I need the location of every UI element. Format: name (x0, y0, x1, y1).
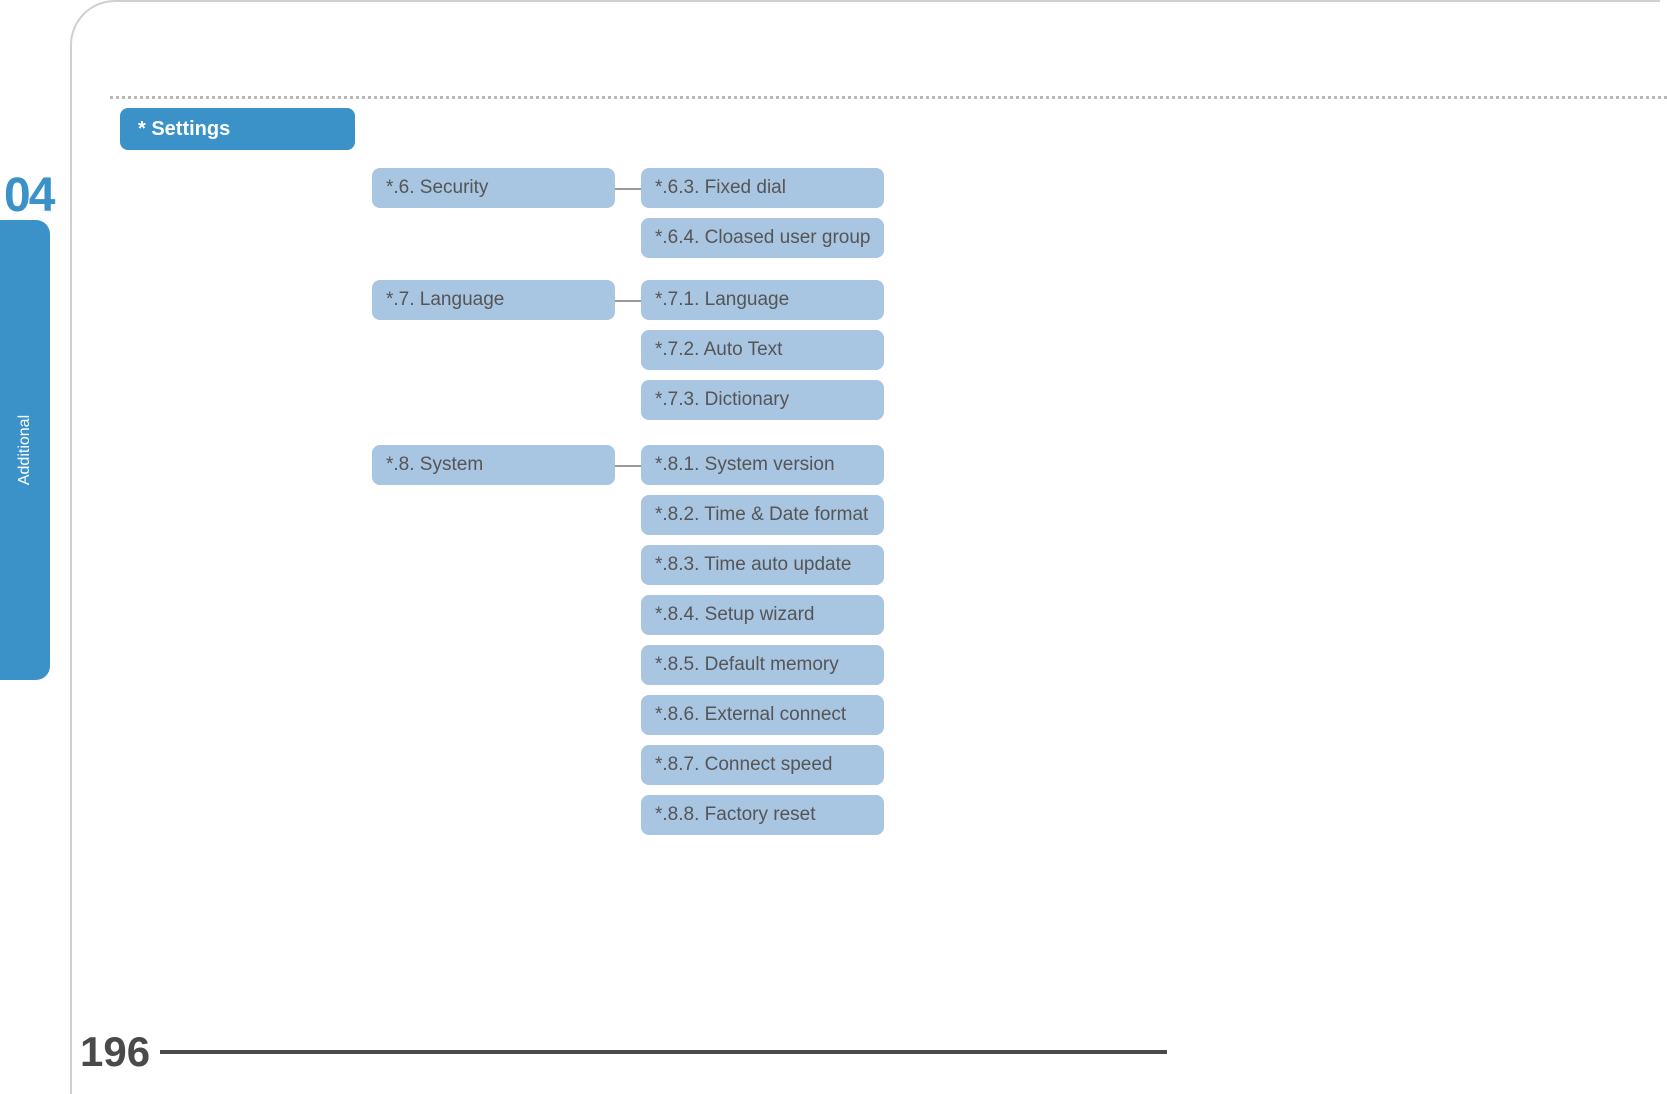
menu-item-language: *.7.1. Language (641, 280, 884, 320)
section-header-settings: * Settings (120, 108, 355, 150)
menu-item-auto-text: *.7.2. Auto Text (641, 330, 884, 370)
connector-line (615, 300, 641, 302)
menu-item-default-memory: *.8.5. Default memory (641, 645, 884, 685)
dotted-rule (110, 96, 1667, 99)
chapter-number: 04 (4, 168, 53, 223)
menu-item-connect-speed: *.8.7. Connect speed (641, 745, 884, 785)
side-tab: Additional (0, 220, 50, 680)
menu-item-time-auto-update: *.8.3. Time auto update (641, 545, 884, 585)
connector-line (615, 188, 641, 190)
menu-category-language: *.7. Language (372, 280, 615, 320)
menu-item-fixed-dial: *.6.3. Fixed dial (641, 168, 884, 208)
menu-item-dictionary: *.7.3. Dictionary (641, 380, 884, 420)
menu-item-system-version: *.8.1. System version (641, 445, 884, 485)
connector-line (615, 465, 641, 467)
menu-item-setup-wizard: *.8.4. Setup wizard (641, 595, 884, 635)
left-rule-extension (70, 700, 72, 1032)
menu-item-time-date-format: *.8.2. Time & Date format (641, 495, 884, 535)
side-tab-label: Additional (16, 415, 34, 485)
menu-item-closed-user-group: *.6.4. Cloased user group (641, 218, 884, 258)
menu-item-external-connect: *.8.6. External connect (641, 695, 884, 735)
page-number: 196 (80, 1028, 150, 1076)
menu-item-factory-reset: *.8.8. Factory reset (641, 795, 884, 835)
bottom-rule (160, 1050, 1167, 1054)
menu-category-system: *.8. System (372, 445, 615, 485)
menu-category-security: *.6. Security (372, 168, 615, 208)
